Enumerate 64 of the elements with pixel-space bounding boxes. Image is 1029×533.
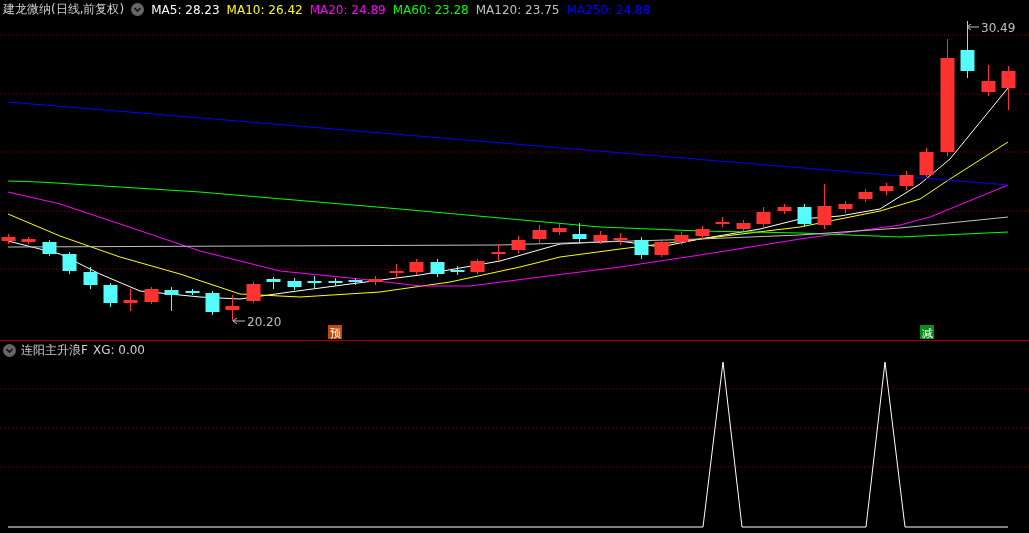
moving-average-label: MA120: 23.75 [475,2,560,17]
candlestick [225,294,240,322]
candlestick [552,223,567,236]
chart-title: 建龙微纳(日线,前复权) [3,1,125,19]
candlestick [634,236,649,260]
moving-average-label: MA5: 28.23 [151,2,220,17]
candlestick [348,277,363,286]
candlestick [572,222,587,244]
indicator-title: 连阳主升浪F [21,341,88,359]
candlestick [674,231,689,246]
candlestick [695,225,710,240]
candlestick [797,203,812,228]
candlestick [960,20,975,79]
candlestick [103,282,118,308]
candlestick [470,258,485,275]
candlestick [981,64,996,97]
candlestick [736,219,751,232]
candlestick [756,206,771,228]
candlestick [1,233,16,245]
signal-badge: 减 [920,325,934,341]
candlestick [838,200,853,214]
candlestick [62,251,77,275]
candlestick [123,288,138,312]
candlestick [817,183,832,230]
candlestick [654,238,669,258]
moving-average-label: MA20: 24.89 [309,2,386,17]
candlestick [450,265,465,276]
candlestick [593,230,608,245]
candlestick [266,276,281,290]
candlestick [1001,65,1016,111]
candlestick [777,203,792,215]
candlestick [511,235,526,254]
candlestick [21,236,36,245]
price-label: 20.20 [232,315,282,330]
dropdown-chevron-icon[interactable] [131,3,145,17]
candlestick [899,170,914,191]
price-label: 30.49 [966,21,1016,36]
moving-average-label: MA60: 23.28 [392,2,469,17]
candlestick [409,258,424,276]
candlestick [491,243,506,262]
candlestick [205,290,220,316]
candlestick [715,216,730,228]
candlestick [532,224,547,244]
candlestick [328,277,343,287]
signal-badge: 预 [328,325,342,341]
candlestick [389,263,404,280]
candlestick [42,239,57,257]
candlestick [164,286,179,312]
candlestick [919,147,934,178]
indicator-reading: XG: 0.00 [92,343,145,358]
dropdown-chevron-icon[interactable] [3,343,16,357]
moving-average-label: MA10: 26.42 [226,2,303,17]
candlestick [879,182,894,196]
moving-average-label: MA250: 24.88 [566,2,651,17]
candlestick [144,286,159,305]
candlestick [858,188,873,203]
candlestick [613,232,628,246]
candlestick [368,275,383,286]
candlestick [307,275,322,289]
candlestick [185,288,200,296]
candlestick [430,258,445,278]
candlestick [287,277,302,291]
candlestick [246,281,261,304]
candlestick [83,266,98,290]
